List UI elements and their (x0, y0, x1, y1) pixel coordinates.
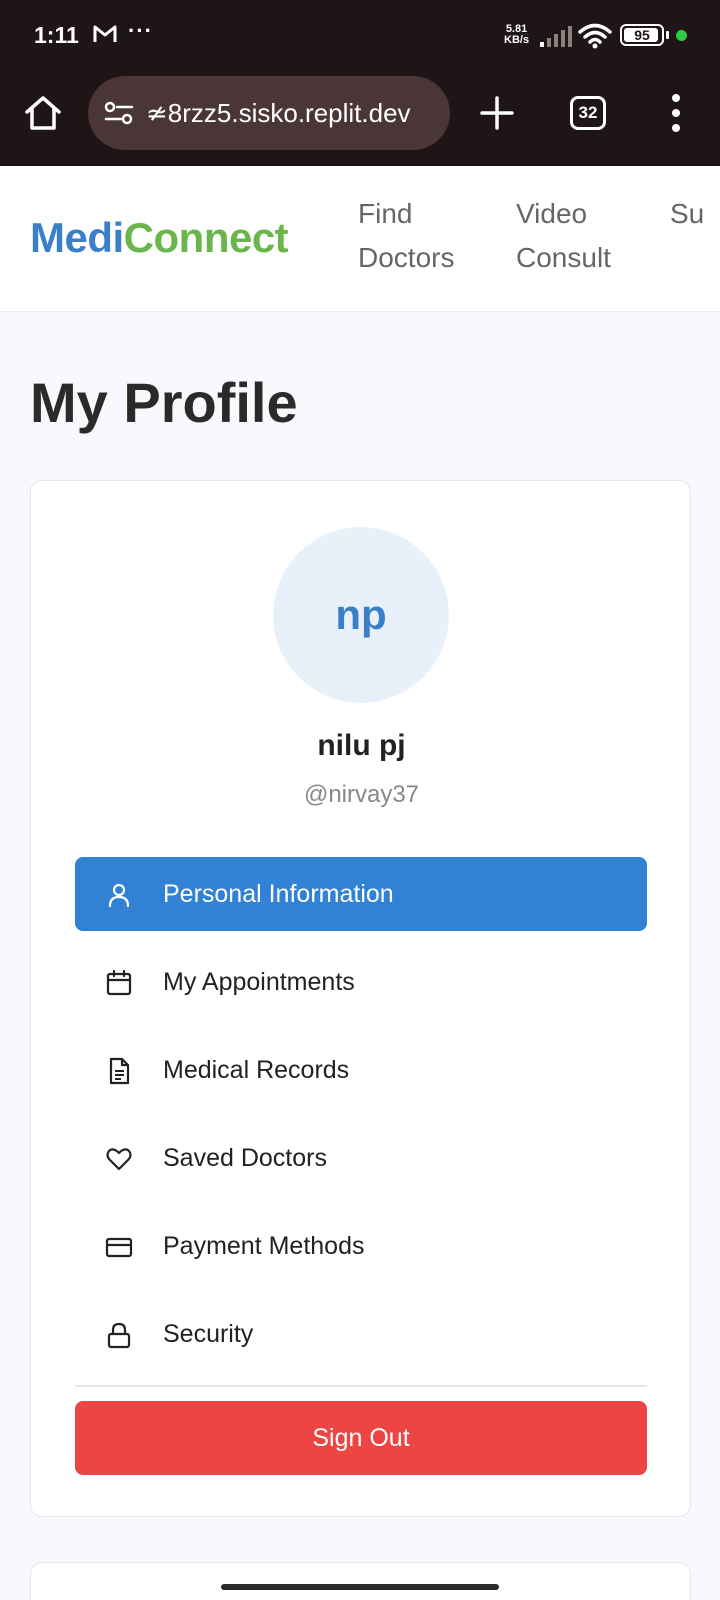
home-icon[interactable] (22, 92, 64, 134)
user-handle: @nirvay37 (303, 781, 420, 808)
profile-card: np nilu pj @nirvay37 Personal Informatio… (30, 480, 691, 1517)
nav-item-truncated[interactable]: Su (670, 192, 704, 236)
menu-item-medical-records[interactable]: Medical Records (75, 1033, 647, 1107)
lock-icon (107, 1322, 131, 1349)
gesture-navigation-bar[interactable] (221, 1584, 499, 1590)
browser-toolbar: ≄8rzz5.sisko.replit.dev 32 (0, 76, 720, 152)
tab-switcher-button[interactable]: 32 (570, 96, 606, 130)
menu-item-label: My Appointments (163, 968, 355, 996)
document-icon (109, 1057, 130, 1085)
page-title: My Profile (30, 371, 298, 434)
site-header: MediConnect Find Doctors Video Consult S… (0, 166, 720, 312)
network-speed: 5.81 KB/s (504, 24, 529, 46)
battery-percent: 95 (634, 27, 650, 43)
menu-item-personal-information[interactable]: Personal Information (75, 857, 647, 931)
privacy-indicator-dot (676, 30, 687, 41)
menu-item-my-appointments[interactable]: My Appointments (75, 945, 647, 1019)
site-settings-icon[interactable] (104, 100, 134, 126)
avatar: np (273, 527, 449, 703)
overflow-menu-icon[interactable] (664, 90, 688, 136)
signal-icon (540, 26, 572, 47)
secondary-card (30, 1562, 691, 1600)
address-bar[interactable]: ≄8rzz5.sisko.replit.dev (88, 76, 450, 150)
wifi-icon (578, 23, 612, 49)
menu-item-saved-doctors[interactable]: Saved Doctors (75, 1121, 647, 1195)
notification-more-icon: ··· (128, 18, 153, 43)
logo-medi: Medi (30, 214, 124, 261)
menu-item-payment-methods[interactable]: Payment Methods (75, 1209, 647, 1283)
divider (75, 1385, 647, 1387)
status-bar: 1:11 ··· 5.81 KB/s 95 (0, 0, 720, 70)
menu-item-security[interactable]: Security (75, 1297, 647, 1371)
battery-icon: 95 (620, 24, 664, 46)
menu-item-label: Personal Information (163, 880, 394, 908)
new-tab-icon[interactable] (476, 92, 518, 134)
calendar-icon (106, 969, 132, 996)
status-time: 1:11 (34, 22, 79, 48)
nav-video-consult[interactable]: Video Consult (516, 192, 611, 280)
menu-item-label: Medical Records (163, 1056, 350, 1084)
menu-item-label: Saved Doctors (163, 1144, 327, 1172)
profile-menu: Personal Information My Appointments Med… (75, 857, 647, 1385)
credit-card-icon (105, 1237, 133, 1258)
heart-icon (106, 1148, 132, 1171)
logo-connect: Connect (123, 214, 289, 261)
user-icon (108, 883, 130, 908)
battery-tip (666, 31, 669, 39)
menu-item-label: Security (163, 1320, 254, 1348)
user-name: nilu pj (317, 729, 406, 762)
menu-item-label: Payment Methods (163, 1232, 365, 1260)
url-text[interactable]: ≄8rzz5.sisko.replit.dev (146, 76, 442, 150)
sign-out-button[interactable]: Sign Out (75, 1401, 647, 1475)
browser-chrome: 1:11 ··· 5.81 KB/s 95 ≄8rzz5.sisko.repli… (0, 0, 720, 166)
gmail-icon (93, 25, 117, 42)
site-logo[interactable]: MediConnect (30, 214, 289, 262)
network-speed-unit: KB/s (504, 34, 530, 46)
nav-find-doctors[interactable]: Find Doctors (358, 192, 454, 280)
